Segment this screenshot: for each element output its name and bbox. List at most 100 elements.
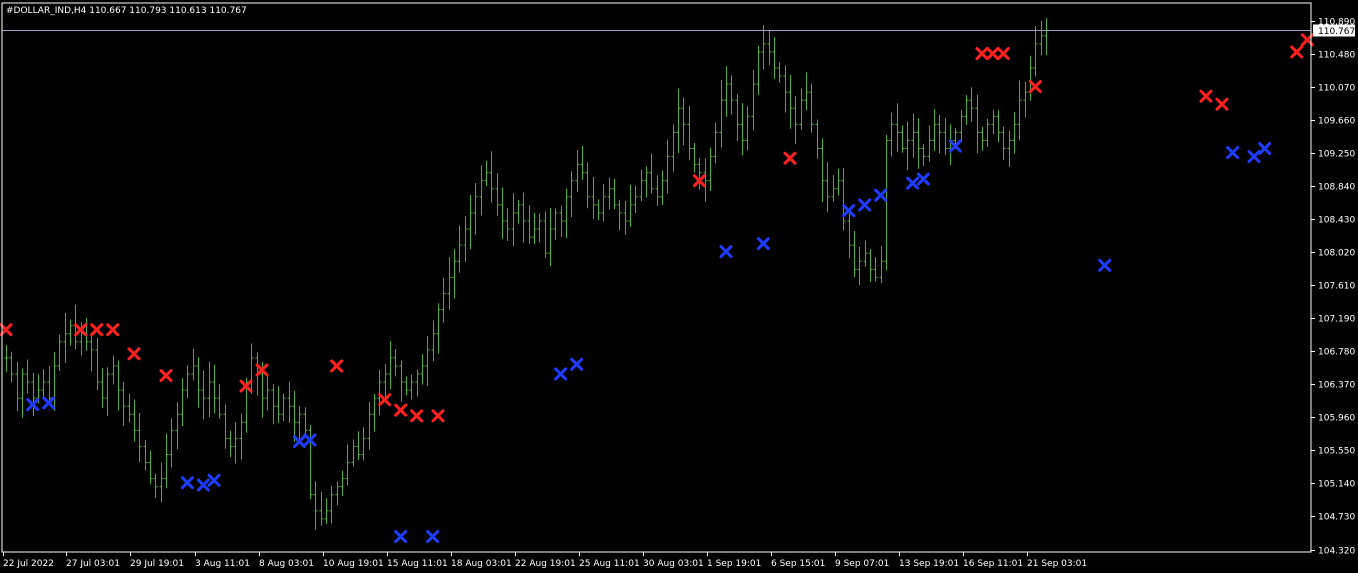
x-tick: 3 Aug 11:01 bbox=[195, 552, 250, 569]
ohlc-bar bbox=[324, 498, 329, 524]
sell-signal-marker bbox=[1290, 45, 1304, 59]
y-tick-label: 107.190 bbox=[1318, 315, 1355, 325]
ohlc-bar bbox=[132, 399, 137, 442]
y-tick: 105.550 bbox=[1311, 447, 1355, 457]
ohlc-bar bbox=[831, 175, 836, 202]
ohlc-bar bbox=[1044, 17, 1049, 56]
ohlc-bar bbox=[537, 213, 542, 243]
ohlc-bar bbox=[793, 96, 798, 144]
ohlc-bar bbox=[281, 393, 286, 421]
ohlc-bar bbox=[68, 319, 73, 346]
ohlc-bar bbox=[964, 95, 969, 125]
ohlc-bar bbox=[388, 341, 393, 390]
y-tick-label: 105.960 bbox=[1318, 414, 1355, 424]
ohlc-bar bbox=[271, 383, 276, 425]
ohlc-bar bbox=[292, 390, 297, 442]
ohlc-bar bbox=[169, 418, 174, 468]
ohlc-bar bbox=[687, 106, 692, 160]
y-tick-label: 104.320 bbox=[1318, 547, 1355, 557]
ohlc-bar bbox=[735, 93, 740, 141]
x-tick: 15 Aug 11:01 bbox=[387, 552, 448, 569]
y-tick: 106.370 bbox=[1311, 381, 1355, 391]
y-axis: 110.890110.480110.070109.660109.250108.8… bbox=[1311, 18, 1355, 557]
ohlc-bar bbox=[676, 88, 681, 154]
ohlc-bar bbox=[1001, 126, 1006, 160]
price-chart[interactable]: 110.890110.480110.070109.660109.250108.8… bbox=[0, 0, 1358, 573]
ohlc-bar bbox=[591, 176, 596, 219]
buy-signal-marker bbox=[42, 396, 56, 410]
ohlc-bar bbox=[516, 199, 521, 224]
ohlc-bar bbox=[553, 208, 558, 240]
ohlc-bar bbox=[143, 440, 148, 471]
ohlc-bar bbox=[692, 142, 697, 173]
ohlc-bar bbox=[393, 349, 398, 377]
ohlc-bar bbox=[217, 384, 222, 419]
ohlc-bar bbox=[153, 473, 158, 499]
x-tick: 8 Aug 03:01 bbox=[259, 552, 314, 569]
buy-signal-marker bbox=[207, 473, 221, 487]
ohlc-bar bbox=[820, 138, 825, 203]
ohlc-bar bbox=[148, 450, 153, 485]
ohlc-bar bbox=[41, 369, 46, 399]
ohlc-bar bbox=[489, 151, 494, 203]
ohlc-bar bbox=[569, 171, 574, 217]
x-tick-label: 21 Sep 03:01 bbox=[1027, 559, 1087, 569]
ohlc-bar bbox=[607, 177, 612, 210]
y-tick: 107.190 bbox=[1311, 315, 1355, 325]
x-tick-label: 15 Aug 11:01 bbox=[387, 559, 448, 569]
sell-signal-marker bbox=[996, 47, 1010, 61]
ohlc-bar bbox=[335, 481, 340, 506]
ohlc-bar bbox=[500, 187, 505, 239]
buy-signal-marker bbox=[180, 476, 194, 490]
ohlc-bar bbox=[121, 381, 126, 426]
ohlc-bar bbox=[601, 184, 606, 222]
buy-signal-marker bbox=[426, 530, 440, 544]
ohlc-bar bbox=[1012, 112, 1017, 154]
x-tick-label: 27 Jul 03:01 bbox=[66, 559, 120, 569]
ohlc-bar bbox=[708, 147, 713, 192]
ohlc-bar bbox=[633, 185, 638, 213]
ohlc-bar bbox=[111, 355, 116, 385]
ohlc-bar bbox=[105, 367, 110, 416]
ohlc-bar bbox=[228, 430, 233, 458]
ohlc-bar bbox=[425, 336, 430, 386]
ohlc-bar bbox=[825, 162, 830, 212]
x-tick-label: 8 Aug 03:01 bbox=[259, 559, 314, 569]
ohlc-bar bbox=[20, 368, 25, 418]
ohlc-bar bbox=[863, 240, 868, 267]
buy-signal-marker bbox=[1226, 146, 1240, 160]
x-tick-label: 10 Aug 19:01 bbox=[323, 559, 384, 569]
ohlc-bar bbox=[873, 257, 878, 282]
buy-signal-marker bbox=[196, 478, 210, 492]
ohlc-bar bbox=[585, 162, 590, 209]
ohlc-bar bbox=[239, 413, 244, 460]
buy-signal-marker bbox=[756, 237, 770, 251]
x-tick-label: 13 Sep 19:01 bbox=[899, 559, 959, 569]
ohlc-bar bbox=[612, 178, 617, 210]
y-tick: 110.480 bbox=[1311, 51, 1355, 61]
ohlc-bar bbox=[580, 145, 585, 180]
sell-signal-marker bbox=[127, 347, 141, 361]
ohlc-bar bbox=[233, 422, 238, 464]
sell-signal-marker bbox=[74, 323, 88, 337]
ohlc-bar bbox=[463, 216, 468, 262]
ohlc-bar bbox=[975, 94, 980, 154]
sell-signal-marker bbox=[1199, 89, 1213, 103]
ohlc-bar bbox=[596, 199, 601, 220]
y-tick: 106.780 bbox=[1311, 348, 1355, 358]
ohlc-bar bbox=[868, 249, 873, 282]
y-tick-label: 107.610 bbox=[1318, 282, 1355, 292]
ohlc-bar bbox=[351, 439, 356, 467]
ohlc-bar bbox=[265, 375, 270, 411]
ohlc-bar bbox=[361, 427, 366, 461]
ohlc-bar bbox=[841, 168, 846, 231]
buy-signal-marker bbox=[570, 357, 584, 371]
ohlc-bar bbox=[804, 72, 809, 111]
ohlc-bar bbox=[137, 412, 142, 463]
sell-signal-marker bbox=[975, 47, 989, 61]
ohlc-bar bbox=[415, 369, 420, 397]
ohlc-bar bbox=[420, 354, 425, 385]
signal-markers bbox=[0, 33, 1314, 544]
ohlc-bar bbox=[297, 406, 302, 442]
ohlc-bar bbox=[185, 365, 190, 399]
